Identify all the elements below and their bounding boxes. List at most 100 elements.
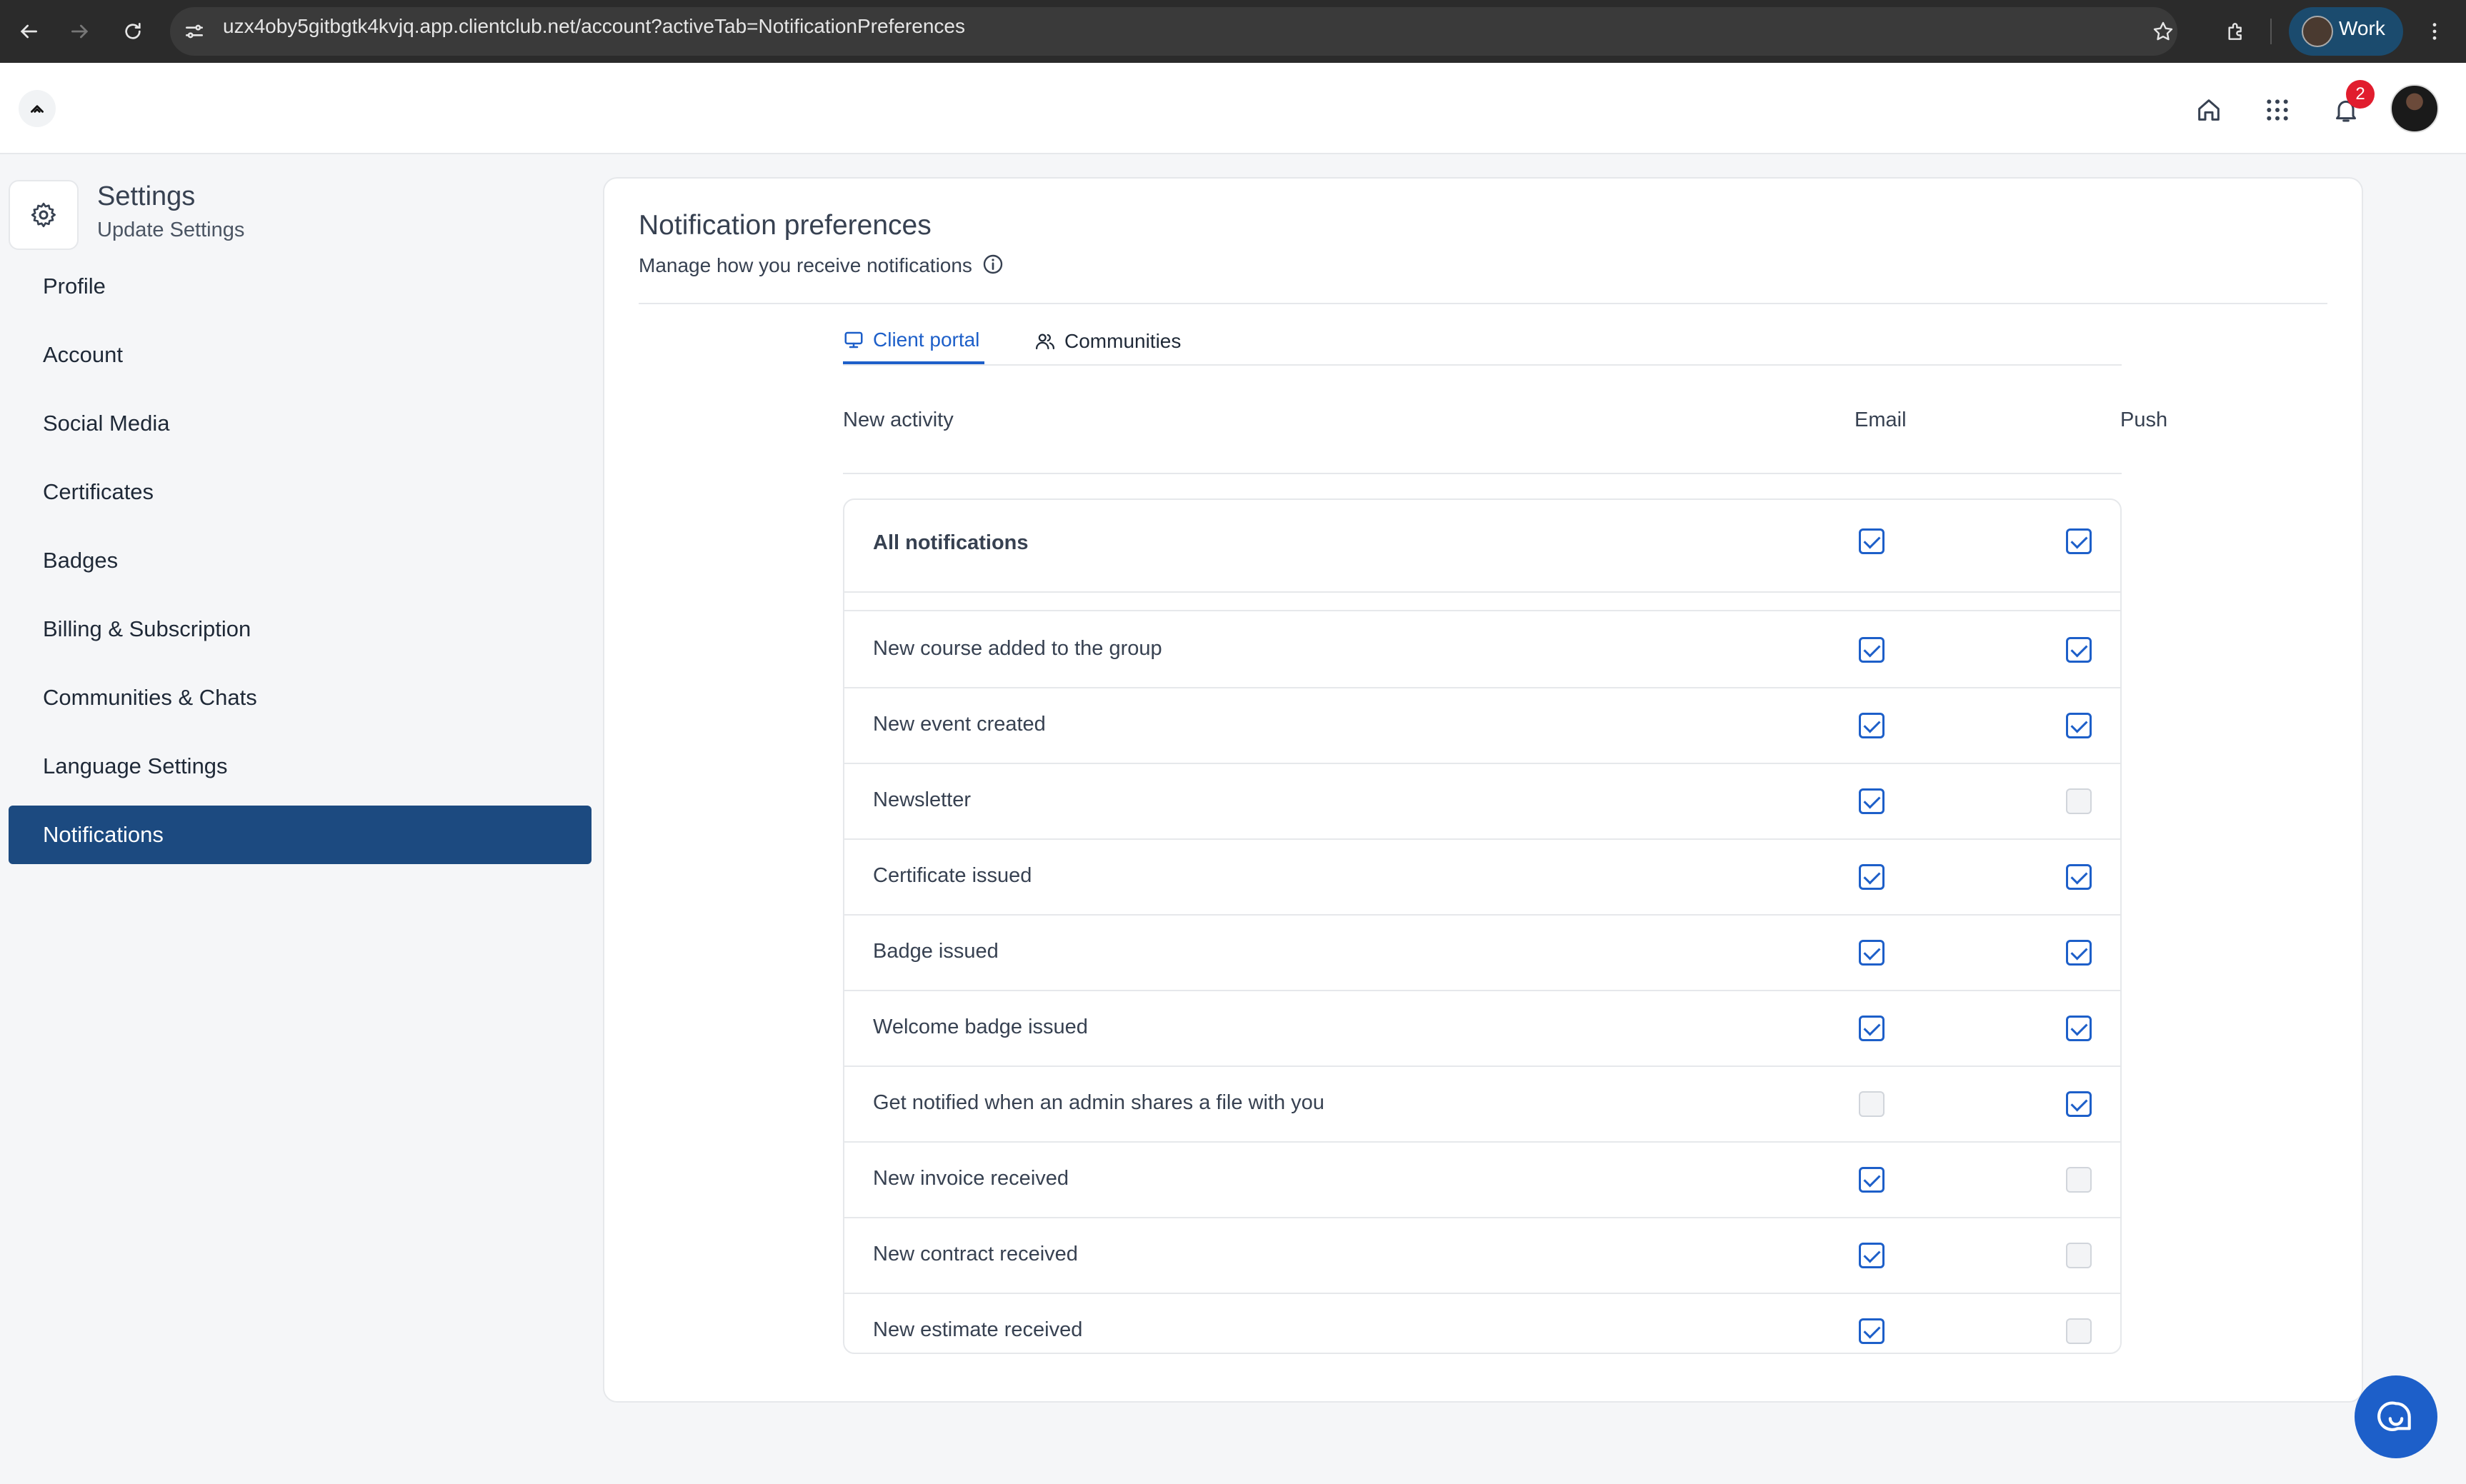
profile-label: Work: [2339, 17, 2385, 39]
column-header-push: Push: [2120, 408, 2168, 431]
preferences-table: All notifications New course added to th…: [843, 498, 2122, 1354]
row-label: New contract received: [873, 1243, 1078, 1265]
checkbox-push[interactable]: [2066, 1318, 2092, 1344]
sidebar-item-social-media[interactable]: Social Media: [9, 394, 591, 453]
page-title: Notification preferences: [639, 210, 932, 241]
sidebar-item-label: Billing & Subscription: [43, 616, 251, 641]
url-text[interactable]: uzx4oby5gitbgtk4kvjq.app.clientclub.net/…: [223, 15, 965, 38]
checkbox-email[interactable]: [1859, 1243, 1885, 1268]
tab-label: Communities: [1064, 330, 1182, 352]
tabs-divider: [843, 364, 2122, 366]
tab-client-portal[interactable]: Client portal: [843, 319, 984, 364]
table-row: Badge issued: [844, 916, 2120, 991]
row-label: Welcome badge issued: [873, 1016, 1088, 1038]
user-avatar[interactable]: [2390, 84, 2439, 133]
checkbox-push[interactable]: [2066, 1167, 2092, 1193]
profile-avatar: [2302, 16, 2333, 47]
checkbox-email[interactable]: [1859, 1016, 1885, 1041]
sidebar-item-language-settings[interactable]: Language Settings: [9, 737, 591, 796]
row-label: New course added to the group: [873, 637, 1162, 660]
page-description: Manage how you receive notifications: [639, 254, 972, 276]
table-row: New course added to the group: [844, 613, 2120, 688]
settings-title: Settings: [97, 181, 196, 211]
settings-gear-icon: [9, 180, 79, 250]
checkbox-email[interactable]: [1859, 1318, 1885, 1344]
monitor-icon: [844, 331, 863, 349]
checkbox-email[interactable]: [1859, 1167, 1885, 1193]
sidebar-item-label: Social Media: [43, 411, 170, 436]
checkbox-email[interactable]: [1859, 940, 1885, 966]
row-label: New estimate received: [873, 1318, 1083, 1341]
checkbox-all-email[interactable]: [1859, 528, 1885, 554]
table-row: Get notified when an admin shares a file…: [844, 1067, 2120, 1143]
checkbox-email[interactable]: [1859, 788, 1885, 814]
sidebar-item-account[interactable]: Account: [9, 326, 591, 384]
forward-icon[interactable]: [61, 13, 99, 50]
column-header-email: Email: [1855, 408, 1907, 431]
reload-icon[interactable]: [114, 13, 151, 50]
checkbox-push[interactable]: [2066, 788, 2092, 814]
tab-communities[interactable]: Communities: [1034, 319, 1181, 364]
sidebar-item-label: Communities & Chats: [43, 685, 257, 710]
sidebar-item-notifications[interactable]: Notifications: [9, 806, 591, 864]
apps-grid-icon[interactable]: [2256, 89, 2299, 131]
table-row: New estimate received: [844, 1294, 2120, 1353]
checkbox-push[interactable]: [2066, 1016, 2092, 1041]
settings-subtitle: Update Settings: [97, 219, 245, 241]
row-label: Newsletter: [873, 788, 971, 811]
sidebar-item-label: Account: [43, 342, 124, 367]
table-row: Welcome badge issued: [844, 991, 2120, 1067]
users-icon: [1036, 334, 1054, 350]
sidebar-item-profile[interactable]: Profile: [9, 257, 591, 316]
row-label: New invoice received: [873, 1167, 1069, 1190]
chat-support-button[interactable]: [2355, 1375, 2437, 1458]
sidebar-item-label: Badges: [43, 548, 119, 573]
table-row: Certificate issued: [844, 840, 2120, 916]
row-label: New event created: [873, 713, 1046, 736]
row-label: Badge issued: [873, 940, 999, 963]
tab-label: Client portal: [873, 329, 980, 351]
sidebar-item-label: Profile: [43, 274, 106, 299]
row-label: All notifications: [873, 531, 1029, 554]
sidebar-item-communities-chats[interactable]: Communities & Chats: [9, 668, 591, 727]
checkbox-push[interactable]: [2066, 1091, 2092, 1117]
sidebar-item-label: Language Settings: [43, 753, 228, 778]
table-row: New invoice received: [844, 1143, 2120, 1218]
chat-icon: [2377, 1401, 2411, 1432]
column-header-activity: New activity: [843, 408, 954, 431]
info-icon[interactable]: [982, 253, 1004, 276]
app-header: [0, 63, 2466, 154]
checkbox-push[interactable]: [2066, 637, 2092, 663]
browser-menu-icon[interactable]: [2416, 13, 2453, 50]
checkbox-all-push[interactable]: [2066, 528, 2092, 554]
sidebar-item-billing[interactable]: Billing & Subscription: [9, 600, 591, 658]
sidebar-item-badges[interactable]: Badges: [9, 531, 591, 590]
toolbar-divider: [2270, 19, 2272, 44]
row-label: Certificate issued: [873, 864, 1032, 887]
checkbox-email[interactable]: [1859, 1091, 1885, 1117]
checkbox-email[interactable]: [1859, 637, 1885, 663]
checkbox-push[interactable]: [2066, 940, 2092, 966]
site-settings-icon[interactable]: [176, 13, 213, 50]
divider: [639, 303, 2327, 304]
divider: [843, 473, 2122, 474]
bookmark-star-icon[interactable]: [2145, 13, 2182, 50]
sidebar-item-certificates[interactable]: Certificates: [9, 463, 591, 521]
table-row: New contract received: [844, 1218, 2120, 1294]
table-row-all-notifications: All notifications: [844, 500, 2120, 593]
back-icon[interactable]: [10, 13, 47, 50]
notification-count-badge: 2: [2346, 80, 2375, 109]
row-label: Get notified when an admin shares a file…: [873, 1091, 1324, 1114]
checkbox-email[interactable]: [1859, 713, 1885, 738]
row-spacer: [844, 593, 2120, 611]
home-icon[interactable]: [2187, 89, 2230, 131]
logo-icon[interactable]: [19, 90, 56, 127]
sidebar-item-label: Certificates: [43, 479, 154, 504]
checkbox-push[interactable]: [2066, 713, 2092, 738]
table-row: Newsletter: [844, 764, 2120, 840]
table-row: New event created: [844, 688, 2120, 764]
extensions-icon[interactable]: [2217, 13, 2255, 50]
checkbox-push[interactable]: [2066, 864, 2092, 890]
checkbox-email[interactable]: [1859, 864, 1885, 890]
checkbox-push[interactable]: [2066, 1243, 2092, 1268]
